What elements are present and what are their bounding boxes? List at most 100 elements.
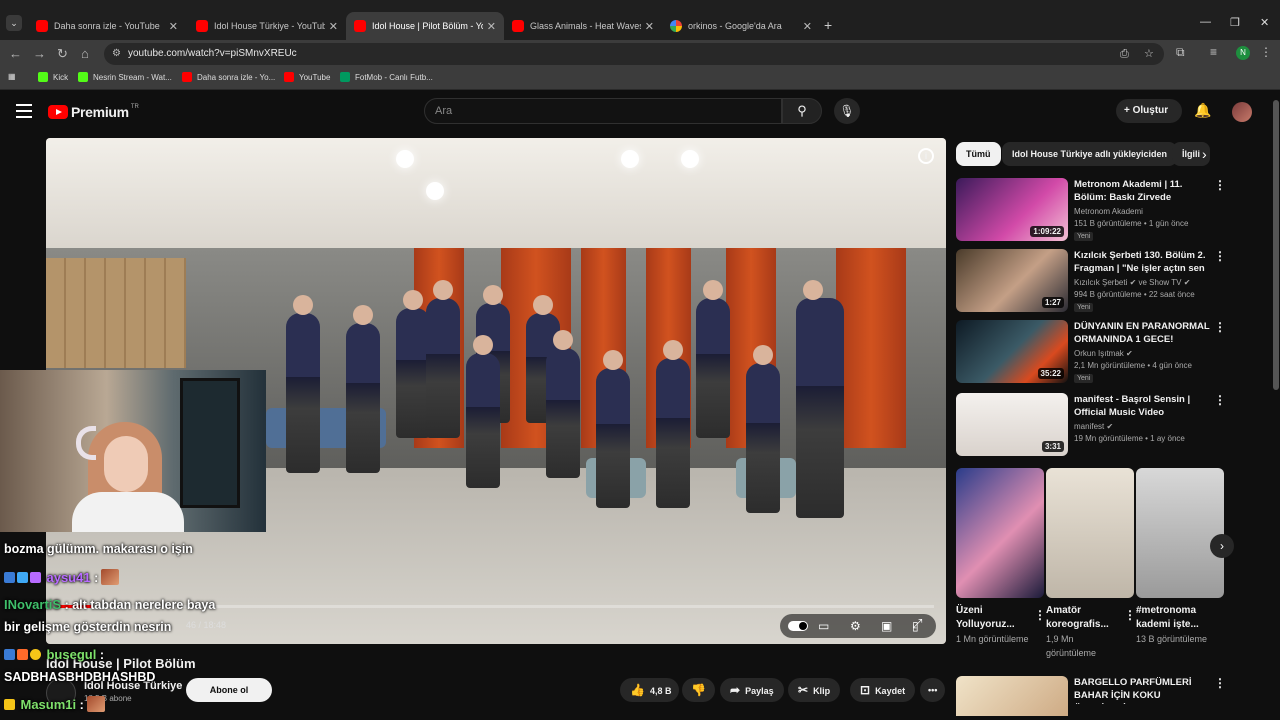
bookmark-item[interactable]: Kick [38,72,68,82]
microphone-icon[interactable]: 🎙 [834,98,860,124]
close-tab-icon[interactable]: ✕ [487,20,496,33]
reload-icon[interactable]: ↻ [57,46,68,62]
browser-tab[interactable]: Glass Animals - Heat Waves (Offi✕ [504,12,662,40]
install-app-icon[interactable]: ⎙ [1120,43,1129,65]
kick-icon [78,72,88,82]
media-control-icon[interactable]: ≡ [1210,45,1217,59]
save-button[interactable]: ⊡ Kaydet [850,678,916,702]
recommendation-item[interactable]: 35:22 DÜNYANIN EN PARANORMAL ORMANINDA 1… [956,320,1226,386]
more-vert-icon[interactable]: ⋮ [1214,178,1226,192]
notifications-bell-icon[interactable]: 🔔 [1194,102,1211,119]
bookmark-star-icon[interactable]: ☆ [1144,43,1154,65]
more-vert-icon[interactable]: ⋮ [1214,676,1226,690]
chip-uploader[interactable]: Idol House Türkiye adlı yükleyiciden [1002,142,1178,166]
shorts-item[interactable]: Amatör koreografis... 1,9 Mn görüntüleme… [1046,468,1136,660]
forward-icon[interactable]: → [33,46,46,61]
user-avatar[interactable] [1232,102,1252,122]
emote-icon [101,569,120,585]
bookmark-item[interactable]: Daha sonra izle - Yo... [182,72,275,82]
shorts-item[interactable]: Üzeni Yolluyoruz... 1 Mn görüntüleme ⋮ [956,468,1046,646]
miniplayer-icon[interactable]: ▣ [881,619,892,633]
thumbnail[interactable]: 35:22 [956,320,1068,383]
home-icon[interactable]: ⌂ [81,46,89,61]
badge-icon [30,572,41,583]
browser-tab[interactable]: orkinos - Google'da Ara ✕ [662,12,820,40]
settings-gear-icon[interactable]: ⚙ [850,619,861,633]
shorts-item[interactable]: #metronoma kademi işte... 13 B görüntüle… [1136,468,1224,646]
youtube-icon [354,20,366,32]
extensions-icon[interactable]: ⧉ [1176,45,1185,60]
restore-icon[interactable]: ❐ [1230,16,1240,29]
shorts-thumbnail[interactable] [1046,468,1134,598]
address-bar[interactable]: ⚙ youtube.com/watch?v=piSMnvXREUc ⎙ ☆ [104,43,1164,65]
bookmark-item[interactable]: FotMob - Canlı Futb... [340,72,433,82]
youtube-icon [512,20,524,32]
scrollbar-thumb[interactable] [1273,100,1279,390]
thumbnail[interactable]: 1:27 [956,249,1068,312]
info-icon[interactable]: i [918,148,934,164]
subtitles-icon[interactable]: ▭ [818,619,829,633]
chat-message: SADBHASBHDBHASHBD [4,670,156,684]
bookmark-item[interactable]: Nesrin Stream - Wat... [78,72,172,82]
page-scrollbar[interactable] [1272,94,1280,720]
browser-tab-bar: ⌄ Daha sonra izle - YouTube ✕ Idol House … [0,0,1280,44]
thumbs-up-icon: 👍 [630,683,645,697]
shorts-thumbnail[interactable] [956,468,1044,598]
youtube-logo[interactable]: Premium TR [48,104,139,120]
browser-tab-active[interactable]: Idol House | Pilot Bölüm - YouTube✕ [346,12,504,40]
back-icon[interactable]: ← [9,46,22,61]
youtube-header: Premium TR Ara ⚲ 🎙 + Oluştur 🔔 [0,92,1280,132]
more-vert-icon[interactable]: ⋮ [1124,608,1136,622]
recommendation-item[interactable]: 3:31 manifest - Başrol Sensin | Official… [956,393,1226,459]
thumbnail[interactable] [956,676,1068,716]
share-arrow-icon: ➦ [730,683,741,697]
profile-avatar[interactable]: N [1236,46,1250,60]
thumbs-down-icon: 👎 [691,683,706,697]
search-input[interactable]: Ara [424,98,782,124]
more-vert-icon[interactable]: ⋮ [1214,393,1226,407]
badge-icon [4,649,15,660]
badge-icon [4,572,15,583]
new-tab-icon[interactable]: + [824,17,832,33]
menu-icon[interactable] [16,104,32,118]
browser-tab[interactable]: Idol House Türkiye - YouTube ✕ [188,12,346,40]
recommendation-item[interactable]: 1:27 Kızılcık Şerbeti 130. Bölüm 2. Frag… [956,249,1226,315]
browser-tab[interactable]: Daha sonra izle - YouTube ✕ [28,12,186,40]
autoplay-toggle[interactable] [788,621,808,631]
search-icon[interactable]: ⚲ [782,98,822,124]
subscribe-button[interactable]: Abone ol [186,678,272,702]
chevron-right-icon[interactable]: › [1202,146,1207,162]
chip-all[interactable]: Tümü [956,142,1001,166]
apps-grid-icon[interactable]: ▦ [8,72,16,81]
more-vert-icon[interactable]: ⋮ [1214,320,1226,334]
bookmark-item[interactable]: YouTube [284,72,330,82]
chat-message: bir gelişme gösterdin nesrin [4,620,172,634]
close-tab-icon[interactable]: ✕ [645,20,654,33]
share-button[interactable]: ➦ Paylaş [720,678,784,702]
shorts-thumbnail[interactable] [1136,468,1224,598]
minimize-icon[interactable]: — [1200,16,1211,28]
close-tab-icon[interactable]: ✕ [329,20,338,33]
recommendation-item[interactable]: BARGELLO PARFÜMLERİ BAHAR İÇİN KOKU ÖNER… [956,676,1226,716]
more-vert-icon[interactable]: ⋮ [1034,608,1046,622]
chat-message: Masum1i : [4,696,105,712]
more-vert-icon[interactable]: ⋮ [1214,249,1226,263]
fullscreen-icon[interactable]: ⤢ [912,616,922,632]
clip-button[interactable]: ✂ Klip [788,678,841,702]
more-actions-icon[interactable]: ••• [920,678,946,702]
close-tab-icon[interactable]: ✕ [803,20,812,33]
thumbnail[interactable]: 1:09:22 [956,178,1068,241]
browser-menu-icon[interactable]: ⋮ [1260,45,1272,59]
tab-search-chevron-icon[interactable]: ⌄ [6,15,22,31]
kick-icon [38,72,48,82]
close-tab-icon[interactable]: ✕ [169,20,178,33]
coin-icon [30,649,41,660]
recommendation-item[interactable]: 1:09:22 Metronom Akademi | 11. Bölüm: Ba… [956,178,1226,244]
dislike-button[interactable]: 👎 [682,678,715,702]
site-info-icon[interactable]: ⚙ [112,43,121,65]
like-button[interactable]: 👍 4,8 B [620,678,680,702]
thumbnail[interactable]: 3:31 [956,393,1068,456]
create-button[interactable]: + Oluştur [1116,99,1182,123]
shorts-next-icon[interactable]: › [1210,534,1234,558]
close-window-icon[interactable]: ✕ [1260,16,1269,29]
